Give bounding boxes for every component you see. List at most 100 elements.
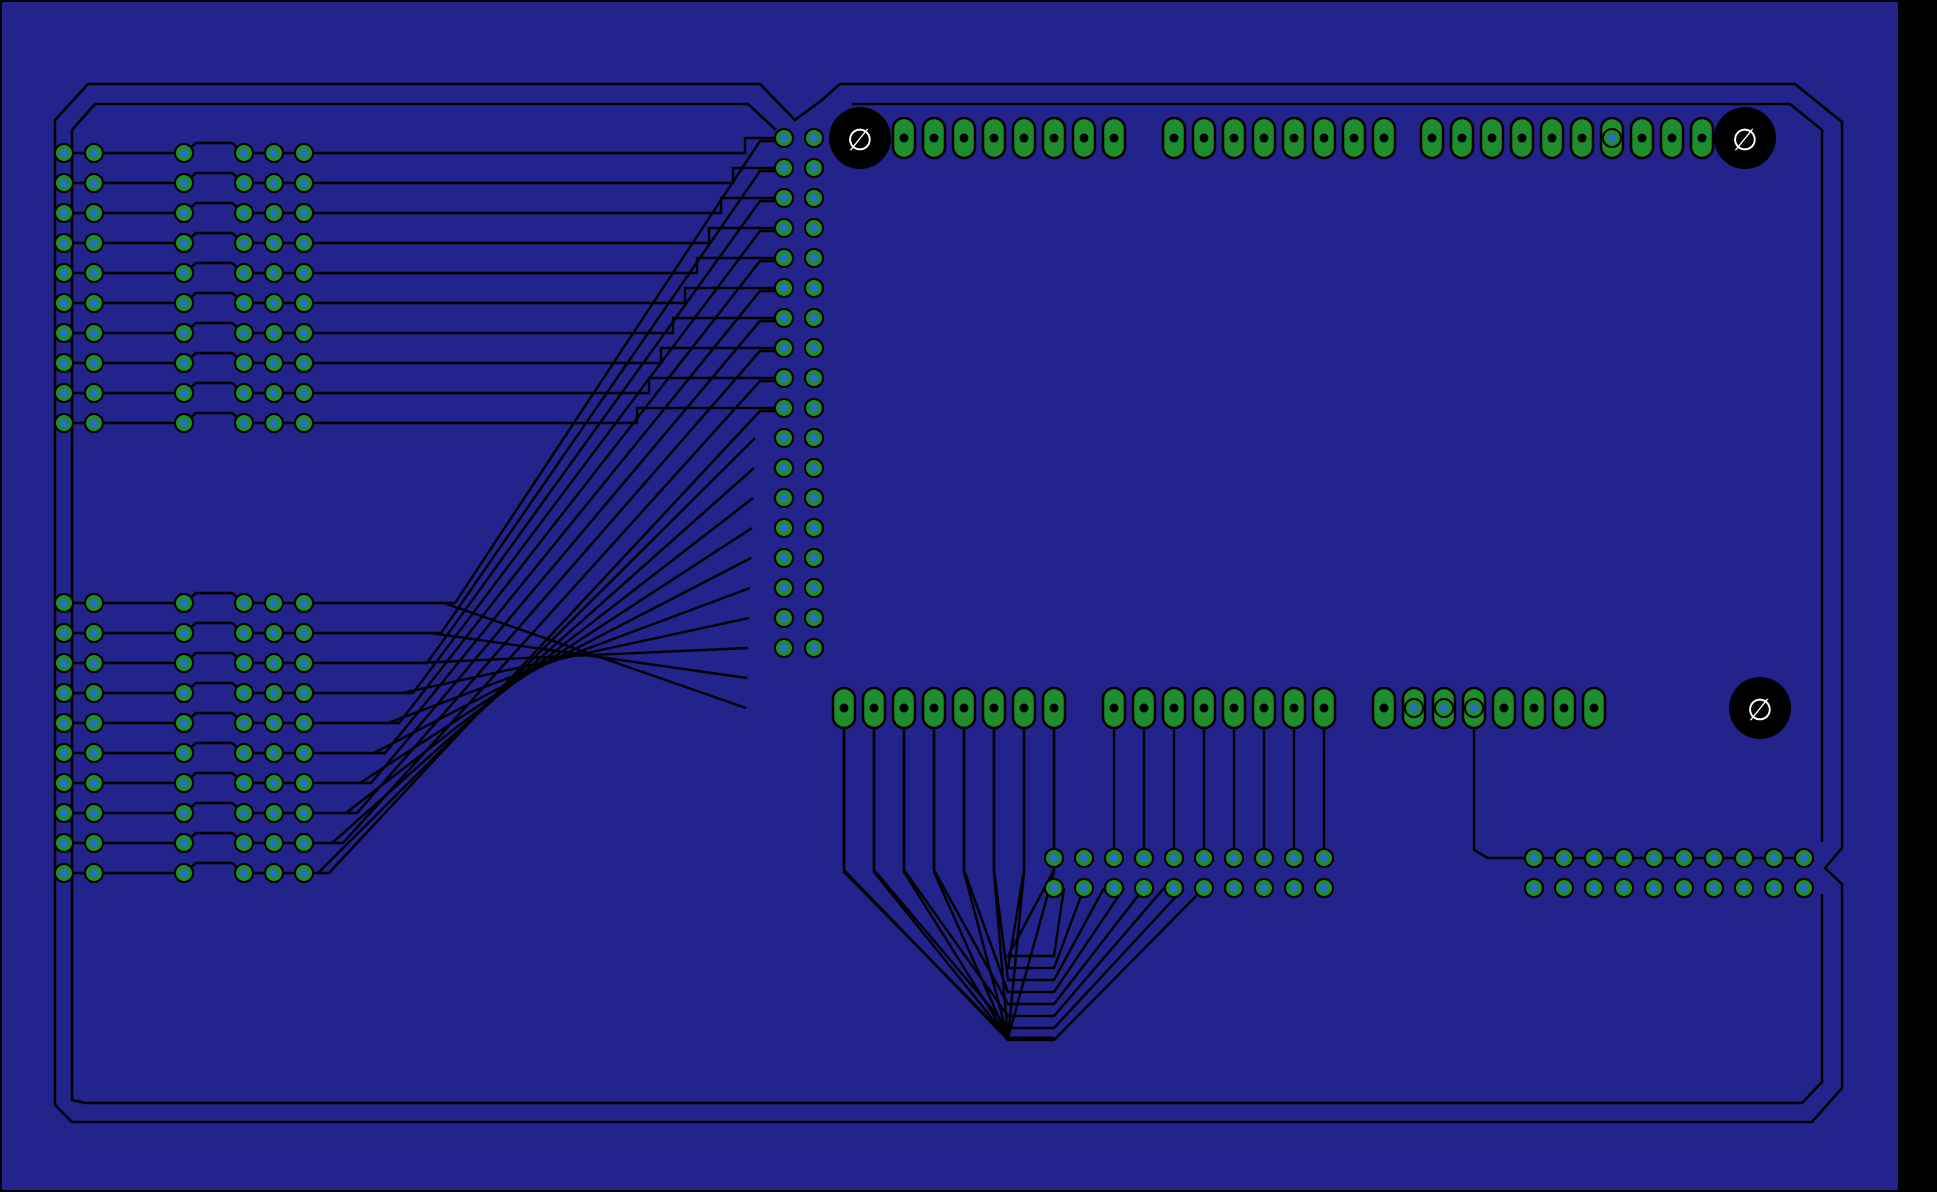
bottom-connector-pin [1251,686,1277,730]
via-pad [234,803,254,823]
bottom-connector-pin [1041,686,1067,730]
via-pad [174,263,194,283]
via-pad [54,833,74,853]
pin-row-a [1524,848,1544,868]
pin-row-a [1554,848,1574,868]
via-pad [54,383,74,403]
via-pad [264,803,284,823]
mounting-hole-symbol: ∅ [1732,123,1758,158]
pin-row-a [1704,848,1724,868]
top-connector-pin [1161,116,1187,160]
top-connector-pin [921,116,947,160]
via-pad [174,653,194,673]
pin-row-a [1584,848,1604,868]
header-pin [774,608,794,628]
top-connector-pin [1371,116,1397,160]
via-pad [174,593,194,613]
via-pad [294,773,314,793]
via-pad [84,833,104,853]
via-pad [174,713,194,733]
header-pin [774,218,794,238]
via-pad [84,233,104,253]
via-pad [264,173,284,193]
via-pad [294,803,314,823]
via-pad [264,383,284,403]
pin-row-a [1794,848,1814,868]
pin-row-b [1104,878,1124,898]
header-pin [804,548,824,568]
via-pad [174,803,194,823]
pin-row-b [1644,878,1664,898]
via-pad [54,353,74,373]
via-pad [84,353,104,373]
via-pad [264,623,284,643]
bottom-connector-pin [1491,686,1517,730]
header-pin [804,278,824,298]
pcb-board: ∅ ∅ ∅ [0,0,1937,1192]
top-connector-pin [1251,116,1277,160]
header-pin [804,518,824,538]
via-pad [294,653,314,673]
top-connector-pin [1569,116,1595,160]
pin-row-a [1314,848,1334,868]
via-pad [174,383,194,403]
via-pad [294,863,314,883]
via-pad [84,143,104,163]
via-pad [84,413,104,433]
bottom-connector-pin [921,686,947,730]
pin-row-a [1074,848,1094,868]
header-pin [774,578,794,598]
header-pin [804,608,824,628]
via-pad [234,773,254,793]
via-pad [264,293,284,313]
top-connector-pin [1419,116,1445,160]
via-pad [294,713,314,733]
via-pad [264,863,284,883]
via-pad [54,233,74,253]
pin-row-b [1584,878,1604,898]
via-pad [264,773,284,793]
via-pad [294,593,314,613]
via-pad [54,803,74,823]
pin-row-a [1644,848,1664,868]
via-pad [234,143,254,163]
mounting-hole-1: ∅ [829,107,891,169]
mounting-hole-symbol: ∅ [1747,693,1773,728]
via-pad [174,323,194,343]
via-pad [174,143,194,163]
bottom-connector-pin [1551,686,1577,730]
via-pad [84,323,104,343]
pin-row-a [1764,848,1784,868]
via-pad [174,863,194,883]
header-pin [774,548,794,568]
bottom-connector-pin [831,686,857,730]
header-pin [804,338,824,358]
via-pad [174,173,194,193]
via-pad [294,383,314,403]
via-pad [294,413,314,433]
top-connector-pin [951,116,977,160]
bottom-connector-pin [951,686,977,730]
top-connector-pin [1071,116,1097,160]
top-connector-pin [1041,116,1067,160]
top-connector-pin [1281,116,1307,160]
top-connector-pin [1191,116,1217,160]
header-pin [804,158,824,178]
header-pin [774,308,794,328]
via-pad [264,833,284,853]
pin-row-b [1134,878,1154,898]
via-pad [264,593,284,613]
via-pad [234,323,254,343]
via-pad [234,833,254,853]
via-pad [84,383,104,403]
via-pad [294,623,314,643]
bottom-connector-pin [981,686,1007,730]
top-connector-pin [1449,116,1475,160]
bottom-connector-pin [1131,686,1157,730]
via-pad [1434,698,1454,718]
via-pad [294,143,314,163]
via-pad [84,803,104,823]
via-pad [84,743,104,763]
top-connector-pin [1311,116,1337,160]
pin-row-a [1044,848,1064,868]
